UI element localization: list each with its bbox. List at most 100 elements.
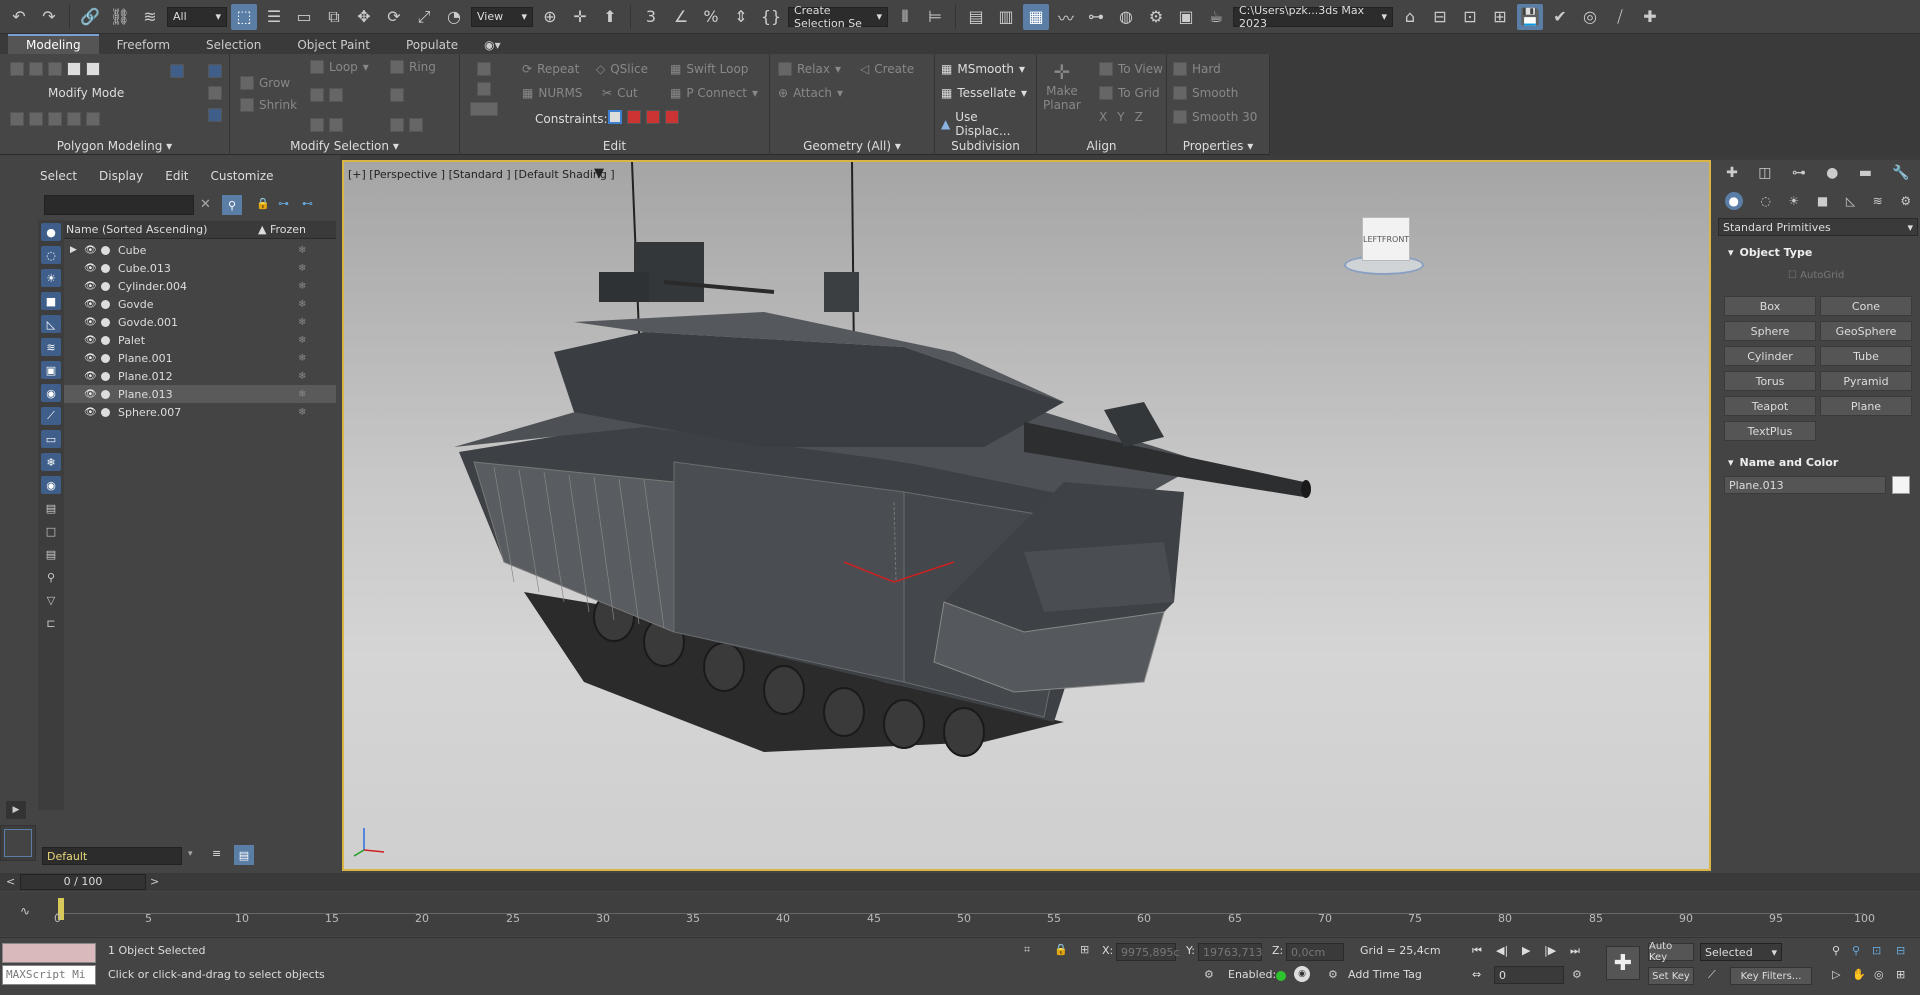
hard-button[interactable]: Hard — [1173, 62, 1221, 76]
cylinder-button[interactable]: Cylinder — [1724, 346, 1816, 366]
undo-icon[interactable]: ↶ — [6, 4, 32, 30]
selection-filter-icon[interactable]: ▽ — [41, 591, 61, 609]
next-frame-icon[interactable]: > — [150, 875, 159, 888]
key-filters-button[interactable]: Key Filters... — [1730, 967, 1812, 985]
rect-selection-icon[interactable]: ▭ — [291, 4, 317, 30]
visibility-icon[interactable]: 👁 — [84, 335, 97, 346]
textplus-button[interactable]: TextPlus — [1724, 421, 1816, 441]
bind-space-warp-icon[interactable]: ≋ — [137, 4, 163, 30]
key-mode-dropdown[interactable]: Selected ▾ — [1700, 943, 1782, 961]
visibility-icon[interactable]: 👁 — [84, 317, 97, 328]
panel-title-edit[interactable]: Edit — [460, 139, 769, 153]
freeze-icon[interactable]: ❄ — [298, 353, 306, 364]
redo-icon[interactable]: ↷ — [36, 4, 62, 30]
list-item-palet[interactable]: 👁 Palet ❄ — [64, 331, 336, 349]
align-x-button[interactable]: X — [1099, 110, 1107, 124]
freeze-icon[interactable]: ❄ — [298, 299, 306, 310]
modify-mode-label[interactable]: Modify Mode — [48, 86, 124, 100]
z-coordinate-field[interactable]: 0,0cm — [1286, 943, 1344, 961]
list-item-sphere-007[interactable]: 👁 Sphere.007 ❄ — [64, 403, 336, 421]
list-item-plane-001[interactable]: 👁 Plane.001 ❄ — [64, 349, 336, 367]
modify-tab-icon[interactable]: ◫ — [1758, 165, 1771, 181]
explorer-menu-select[interactable]: Select — [40, 169, 77, 183]
adaptive-degradation-icon[interactable]: ⚙ — [1204, 968, 1214, 981]
visibility-icon[interactable]: 👁 — [84, 245, 97, 256]
field-of-view-icon[interactable]: ▷ — [1832, 968, 1840, 981]
geosphere-button[interactable]: GeoSphere — [1820, 321, 1912, 341]
render-dot-icon[interactable] — [101, 335, 110, 345]
tab-selection[interactable]: Selection — [188, 36, 279, 54]
lights-icon[interactable]: ☀ — [1789, 194, 1800, 208]
align-y-button[interactable]: Y — [1117, 110, 1124, 124]
current-frame-field[interactable]: 0 — [1494, 966, 1564, 984]
sphere-button[interactable]: Sphere — [1724, 321, 1816, 341]
visibility-icon[interactable]: 👁 — [84, 263, 97, 274]
freeze-icon[interactable]: ❄ — [298, 335, 306, 346]
panel-title-geometry[interactable]: Geometry (All) ▾ — [770, 139, 934, 153]
mirror-icon[interactable]: ⫴ — [892, 4, 918, 30]
loop-tools-icons[interactable] — [310, 88, 343, 102]
tab-modeling[interactable]: Modeling — [8, 34, 99, 54]
qslice-button[interactable]: ◇ QSlice — [596, 62, 648, 76]
attach-button[interactable]: ⊕ Attach ▾ — [778, 86, 843, 100]
use-displace-button[interactable]: ▲ Use Displac... — [941, 110, 1036, 138]
absolute-mode-icon[interactable]: ⊞ — [1080, 943, 1089, 956]
angle-snap-icon[interactable]: ∠ — [668, 4, 694, 30]
plane-button[interactable]: Plane — [1820, 396, 1912, 416]
render-production-icon[interactable]: ☕ — [1203, 4, 1229, 30]
selection-lock-icon[interactable]: 🔒 — [1054, 943, 1068, 956]
enabled-indicator-icon[interactable] — [1276, 971, 1286, 981]
viewcube-front-face[interactable]: FRONT — [1382, 235, 1409, 244]
unlink-icon[interactable]: ⛓ — [107, 4, 133, 30]
object-name-input[interactable]: Plane.013 — [1724, 476, 1886, 494]
window-crossing-icon[interactable]: ⧉ — [321, 4, 347, 30]
percent-snap-icon[interactable]: % — [698, 4, 724, 30]
create-button[interactable]: ◁ Create — [860, 62, 914, 76]
time-slider[interactable]: 0 / 100 — [20, 874, 146, 890]
open-folder-icon[interactable]: ⊟ — [1427, 4, 1453, 30]
link-icon[interactable]: 🔗 — [77, 4, 103, 30]
time-config-icon[interactable]: ◉ — [1294, 966, 1310, 982]
list-item-plane-013[interactable]: 👁 Plane.013 ❄ — [64, 385, 336, 403]
subobject-row-icons[interactable] — [10, 112, 100, 126]
utilities-tab-icon[interactable]: 🔧 — [1892, 165, 1909, 181]
list-item-cube-013[interactable]: 👁 Cube.013 ❄ — [64, 259, 336, 277]
display-none-icon[interactable]: □ — [41, 522, 61, 540]
zoom-extents-all-icon[interactable]: ⊟ — [1896, 944, 1905, 957]
object-color-swatch[interactable] — [1892, 476, 1910, 494]
cameras-icon[interactable]: ■ — [1817, 194, 1828, 208]
perspective-viewport[interactable]: [+] [Perspective ] [Standard ] [Default … — [342, 160, 1711, 871]
swift-loop-button[interactable]: ▦ Swift Loop — [670, 62, 748, 76]
move-icon[interactable]: ✥ — [351, 4, 377, 30]
filter-icon[interactable]: ⚲ — [222, 195, 242, 215]
find-icon[interactable]: ⚲ — [41, 568, 61, 586]
tab-object-paint[interactable]: Object Paint — [279, 36, 388, 54]
project-folder-dropdown[interactable]: C:\Users\pzk...3ds Max 2023 ▾ — [1233, 4, 1393, 30]
workspace-icon[interactable]: ⧸ — [1607, 4, 1633, 30]
expand-arrow-icon[interactable]: ▶ — [70, 245, 77, 255]
edit-named-sel-icon[interactable]: {} — [758, 4, 784, 30]
tessellate-button[interactable]: ▦ Tessellate ▾ — [941, 86, 1027, 100]
list-item-cylinder-004[interactable]: 👁 Cylinder.004 ❄ — [64, 277, 336, 295]
set-key-button[interactable]: Set Key — [1648, 967, 1694, 985]
shapes-icon[interactable]: ◌ — [1760, 194, 1770, 208]
visibility-icon[interactable]: 👁 — [84, 353, 97, 364]
name-color-rollout[interactable]: ▾ Name and Color — [1720, 452, 1916, 472]
prev-key-icon[interactable]: ◀| — [1496, 944, 1508, 957]
snap-3d-icon[interactable]: 3 — [638, 4, 664, 30]
project-folder-icon[interactable]: ⌂ — [1397, 4, 1423, 30]
column-frozen-header[interactable]: ▲ Frozen — [258, 223, 306, 236]
subobject-icons[interactable] — [10, 62, 100, 76]
edit-side-icons[interactable] — [470, 62, 498, 116]
time-configuration-icon[interactable]: ⚙ — [1572, 968, 1582, 981]
goto-start-icon[interactable]: ⏮ — [1472, 944, 1482, 958]
clear-search-icon[interactable]: ✕ — [200, 197, 211, 212]
autogrid-checkbox[interactable]: ☐ AutoGrid — [1788, 270, 1844, 281]
align-z-button[interactable]: Z — [1135, 110, 1143, 124]
constraints-icons[interactable] — [608, 110, 679, 124]
zoom-extents-icon[interactable]: ⊡ — [1872, 944, 1881, 957]
shrink-button[interactable]: Shrink — [240, 98, 297, 112]
to-view-button[interactable]: To View — [1099, 62, 1163, 76]
toggle-ribbon-icon[interactable]: ▦ — [1023, 3, 1049, 30]
layer-dropdown-arrow-icon[interactable]: ▾ — [188, 849, 193, 859]
